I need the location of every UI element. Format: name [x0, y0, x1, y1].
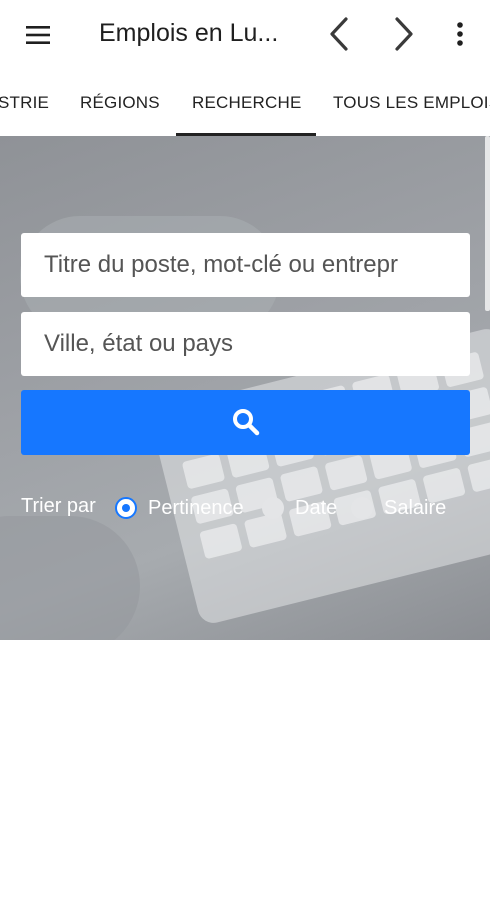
keyword-search-input[interactable]: Titre du poste, mot-clé ou entrepr [21, 233, 470, 297]
chevron-left-icon[interactable] [320, 13, 360, 55]
app-bar: Emplois en Lu... [0, 0, 490, 70]
more-vertical-icon[interactable] [446, 15, 474, 53]
keyword-search-placeholder: Titre du poste, mot-clé ou entrepr [44, 251, 398, 278]
search-icon [233, 409, 260, 436]
location-search-input[interactable]: Ville, état ou pays [21, 312, 470, 376]
background-arm-shape [0, 516, 140, 640]
chevron-right-icon[interactable] [383, 13, 423, 55]
tab-industrie[interactable]: STRIE [0, 70, 49, 136]
sort-radio-date[interactable] [262, 497, 284, 519]
tab-tous-les-emplois[interactable]: TOUS LES EMPLOIS [333, 70, 490, 136]
scrollbar-thumb[interactable] [485, 136, 490, 311]
sort-radio-pertinence[interactable] [115, 497, 137, 519]
sort-label: Trier par [21, 495, 96, 517]
search-button[interactable] [21, 390, 470, 455]
sort-options: Trier par Pertinence Date Salaire [21, 493, 481, 523]
sort-radio-salaire[interactable] [351, 497, 373, 519]
sort-option-salaire-label[interactable]: Salaire [384, 495, 446, 521]
tab-bar: STRIE RÉGIONS RECHERCHE TOUS LES EMPLOIS [0, 70, 490, 136]
hamburger-menu-icon[interactable] [20, 17, 56, 53]
tab-regions[interactable]: RÉGIONS [80, 70, 160, 136]
tab-recherche[interactable]: RECHERCHE [192, 70, 301, 136]
search-hero: Titre du poste, mot-clé ou entrepr Ville… [0, 136, 490, 640]
sort-option-date-label[interactable]: Date [295, 495, 337, 521]
sort-option-pertinence-label[interactable]: Pertinence [148, 495, 244, 521]
location-search-placeholder: Ville, état ou pays [44, 330, 234, 357]
app-title: Emplois en Lu... [99, 19, 279, 47]
